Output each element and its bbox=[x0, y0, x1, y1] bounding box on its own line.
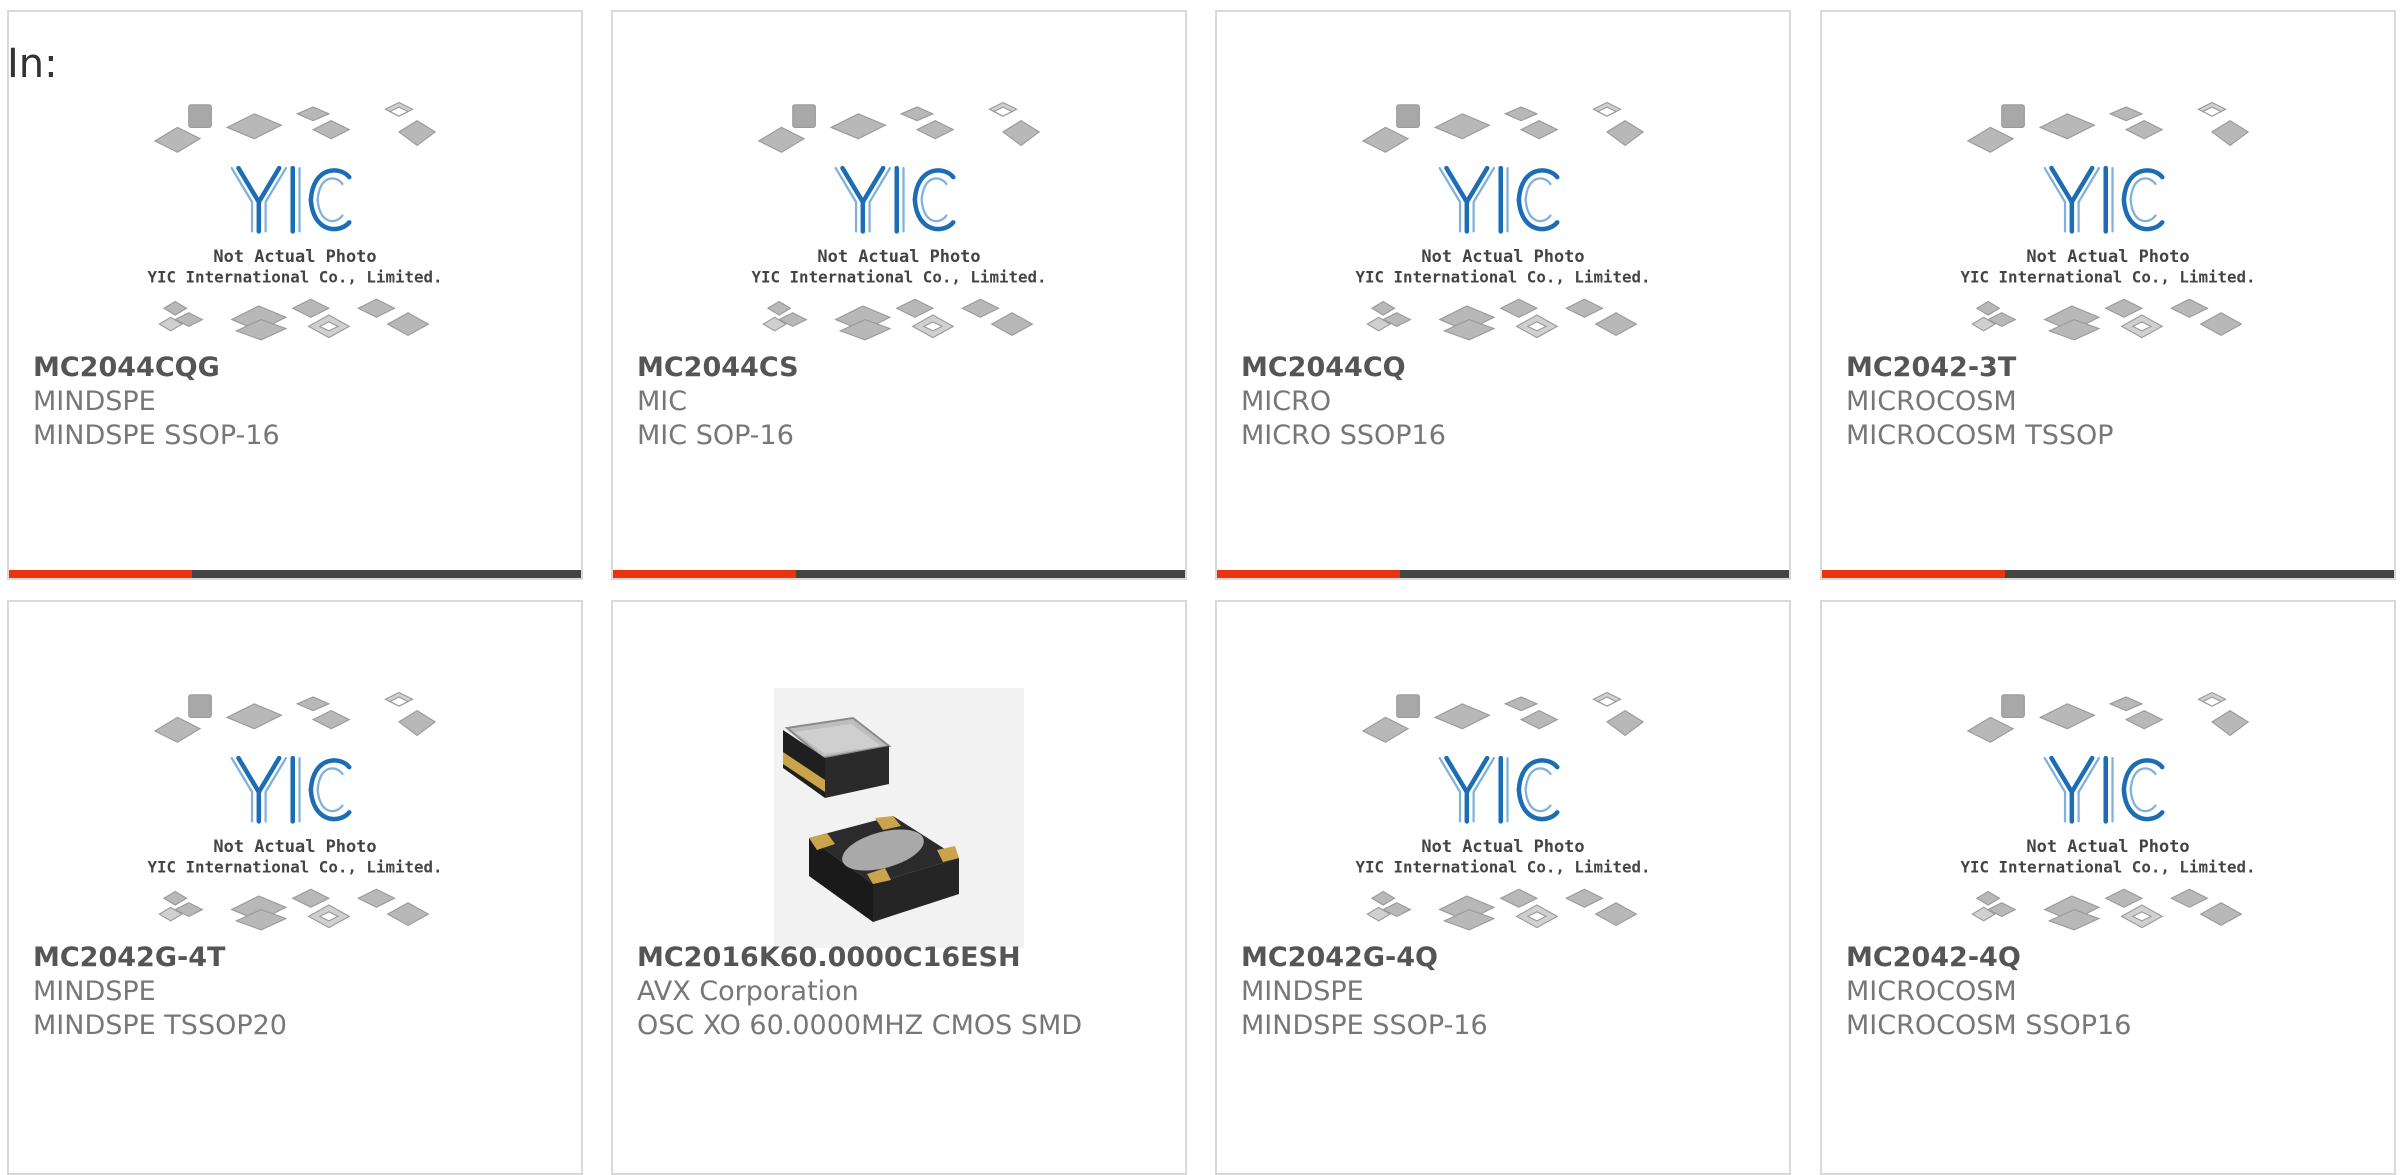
product-image[interactable] bbox=[1958, 98, 2258, 358]
part-number-link[interactable]: MC2016K60.0000C16ESH bbox=[637, 942, 1021, 973]
manufacturer: MICROCOSM bbox=[1846, 976, 2017, 1007]
card-footer-bar bbox=[613, 570, 1185, 578]
part-number-link[interactable]: MC2044CS bbox=[637, 352, 799, 383]
description: OSC XO 60.0000MHZ CMOS SMD bbox=[637, 1010, 1083, 1041]
product-card[interactable]: MC2044CQ MICRO MICRO SSOP16 bbox=[1215, 10, 1791, 580]
manufacturer: MIC bbox=[637, 386, 688, 417]
description: MICROCOSM TSSOP bbox=[1846, 420, 2114, 451]
yic-placeholder-icon bbox=[1958, 688, 2258, 948]
manufacturer: AVX Corporation bbox=[637, 976, 859, 1007]
part-number-link[interactable]: MC2042-3T bbox=[1846, 352, 2016, 383]
yic-placeholder-icon bbox=[749, 98, 1049, 358]
manufacturer: MICROCOSM bbox=[1846, 386, 2017, 417]
product-image[interactable] bbox=[749, 98, 1049, 358]
product-card[interactable]: MC2042G-4T MINDSPE MINDSPE TSSOP20 bbox=[7, 600, 583, 1175]
card-accent bbox=[9, 570, 192, 578]
manufacturer: MINDSPE bbox=[1241, 976, 1364, 1007]
product-card[interactable]: MC2016K60.0000C16ESH AVX Corporation OSC… bbox=[611, 600, 1187, 1175]
part-number-link[interactable]: MC2042-4Q bbox=[1846, 942, 2021, 973]
product-card[interactable]: MC2044CQG MINDSPE MINDSPE SSOP-16 bbox=[7, 10, 583, 580]
description: MINDSPE SSOP-16 bbox=[33, 420, 280, 451]
product-image[interactable] bbox=[1353, 98, 1653, 358]
product-card[interactable]: MC2042-4Q MICROCOSM MICROCOSM SSOP16 bbox=[1820, 600, 2396, 1175]
card-accent bbox=[1217, 570, 1400, 578]
yic-placeholder-icon bbox=[145, 688, 445, 948]
card-footer-bar bbox=[1217, 570, 1789, 578]
page-label: In: bbox=[7, 41, 58, 87]
product-card[interactable]: MC2042G-4Q MINDSPE MINDSPE SSOP-16 bbox=[1215, 600, 1791, 1175]
yic-placeholder-icon bbox=[1353, 98, 1653, 358]
card-accent bbox=[1822, 570, 2005, 578]
part-number-link[interactable]: MC2042G-4T bbox=[33, 942, 225, 973]
card-footer-bar bbox=[9, 570, 581, 578]
description: MICRO SSOP16 bbox=[1241, 420, 1446, 451]
manufacturer: MICRO bbox=[1241, 386, 1332, 417]
part-number-link[interactable]: MC2044CQG bbox=[33, 352, 220, 383]
description: MICROCOSM SSOP16 bbox=[1846, 1010, 2132, 1041]
yic-placeholder-icon bbox=[145, 98, 445, 358]
card-footer-bar bbox=[1822, 570, 2394, 578]
product-card[interactable]: MC2044CS MIC MIC SOP-16 bbox=[611, 10, 1187, 580]
part-number-link[interactable]: MC2042G-4Q bbox=[1241, 942, 1438, 973]
product-image[interactable] bbox=[1353, 688, 1653, 948]
yic-placeholder-icon bbox=[1353, 688, 1653, 948]
card-accent bbox=[613, 570, 796, 578]
yic-placeholder-icon bbox=[1958, 98, 2258, 358]
description: MIC SOP-16 bbox=[637, 420, 794, 451]
description: MINDSPE SSOP-16 bbox=[1241, 1010, 1488, 1041]
product-image[interactable] bbox=[749, 688, 1049, 948]
manufacturer: MINDSPE bbox=[33, 386, 156, 417]
oscillator-photo bbox=[773, 688, 1025, 948]
part-number-link[interactable]: MC2044CQ bbox=[1241, 352, 1406, 383]
manufacturer: MINDSPE bbox=[33, 976, 156, 1007]
product-card[interactable]: MC2042-3T MICROCOSM MICROCOSM TSSOP bbox=[1820, 10, 2396, 580]
product-image[interactable] bbox=[1958, 688, 2258, 948]
description: MINDSPE TSSOP20 bbox=[33, 1010, 287, 1041]
product-image[interactable] bbox=[145, 688, 445, 948]
product-image[interactable] bbox=[145, 98, 445, 358]
